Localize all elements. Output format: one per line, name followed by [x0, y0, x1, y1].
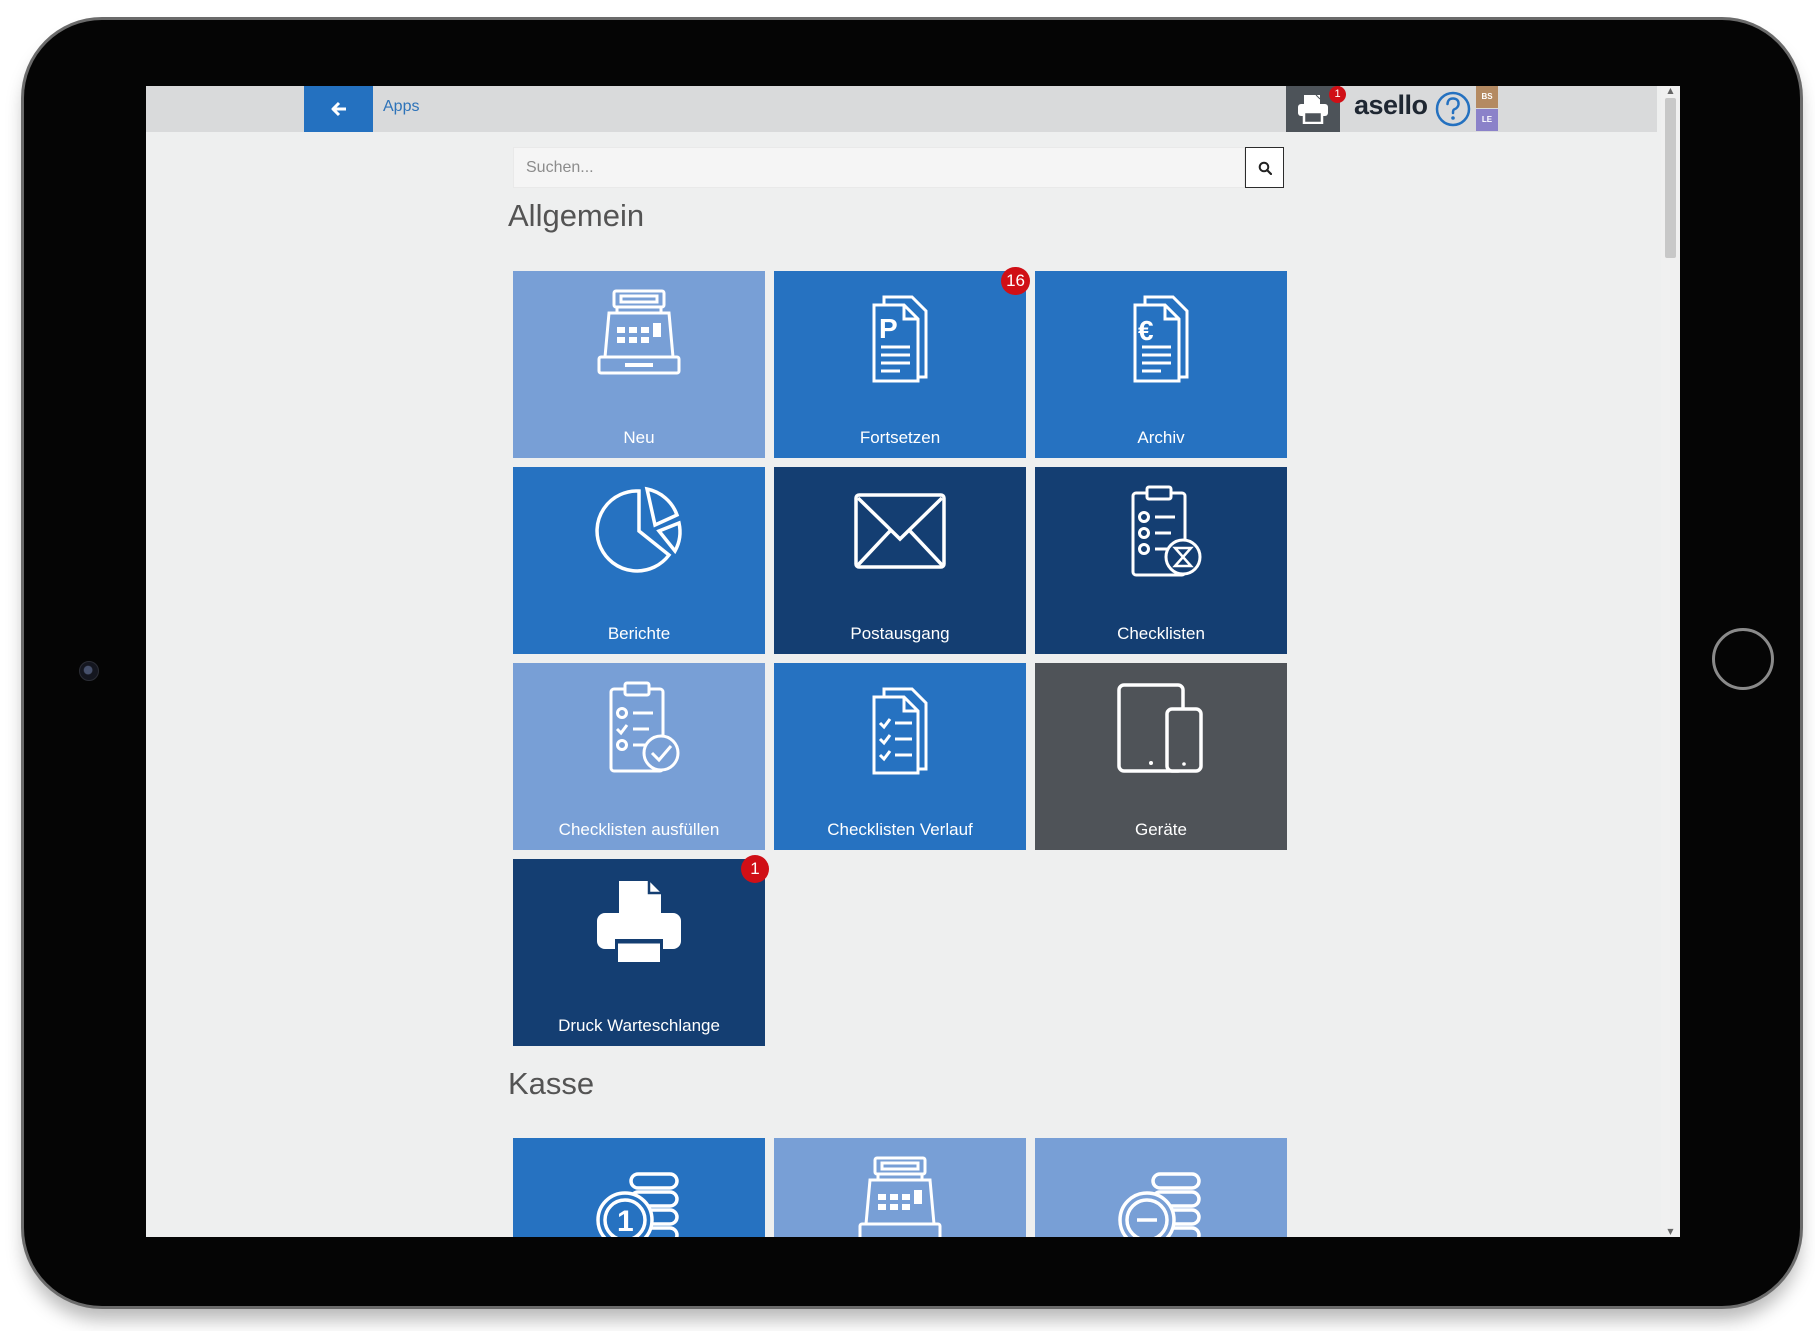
clipboard-hourglass-icon — [1131, 485, 1202, 577]
tile-label: Druck Warteschlange — [558, 1016, 720, 1035]
tile-label: Berichte — [607, 624, 671, 643]
home-button[interactable] — [1712, 628, 1774, 690]
back-button[interactable] — [304, 86, 373, 132]
tile-label: Geräte — [1135, 820, 1187, 839]
tag-bs[interactable]: BS — [1476, 86, 1498, 108]
app-screen: Apps 1 asello BS LE ▲ ▼ Al — [146, 86, 1680, 1237]
notification-badge: 1 — [741, 855, 769, 883]
coins-minus-icon — [1118, 1172, 1201, 1237]
search-icon — [1258, 161, 1272, 175]
brand-logo: asello — [1354, 90, 1428, 120]
svg-text:€: € — [1138, 315, 1154, 346]
search-input[interactable] — [513, 147, 1245, 188]
tile-label: Neu — [623, 428, 655, 447]
tile-label: Postausgang — [850, 624, 950, 643]
parking-document-icon: P — [872, 295, 928, 383]
camera-icon — [79, 661, 99, 681]
printer-icon — [597, 881, 681, 965]
svg-text:P: P — [879, 313, 898, 344]
scrollbar[interactable]: ▲ ▼ — [1661, 86, 1680, 1237]
cash-register-icon — [858, 1156, 942, 1237]
checklist-documents-icon — [872, 687, 928, 775]
svg-text:1: 1 — [617, 1205, 634, 1237]
tile-fortsetzen[interactable]: P Fortsetzen 16 — [774, 267, 1030, 458]
coins-one-icon: 1 — [596, 1172, 679, 1237]
envelope-icon — [854, 493, 946, 569]
euro-document-icon: € — [1133, 295, 1189, 383]
scroll-down-icon[interactable]: ▼ — [1665, 1227, 1676, 1237]
tile-neu[interactable]: Neu — [513, 271, 765, 458]
notification-badge: 16 — [1001, 267, 1030, 295]
tile-kasse-register[interactable] — [774, 1138, 1026, 1237]
devices-icon — [1117, 683, 1203, 773]
tile-label: Checklisten Verlauf — [827, 820, 973, 839]
section-title-kasse: Kasse — [508, 1066, 595, 1101]
tile-kasse-coins-minus[interactable] — [1035, 1138, 1287, 1237]
tile-label: Fortsetzen — [859, 428, 941, 447]
printer-icon — [1298, 94, 1328, 124]
tag-le[interactable]: LE — [1476, 109, 1498, 131]
tile-berichte[interactable]: Berichte — [513, 467, 765, 654]
tile-checklisten-ausfuellen[interactable]: Checklisten ausfüllen — [513, 663, 765, 850]
scroll-thumb[interactable] — [1665, 98, 1676, 258]
print-queue-badge: 1 — [1329, 86, 1346, 103]
tile-archiv[interactable]: € Archiv — [1035, 271, 1287, 458]
tile-label: Checklisten ausfüllen — [558, 820, 720, 839]
tile-label: Checklisten — [1117, 624, 1205, 643]
tile-checklisten-verlauf[interactable]: Checklisten Verlauf — [774, 663, 1026, 850]
tile-kasse-coins[interactable]: 1 — [513, 1138, 765, 1237]
cash-register-icon — [597, 289, 681, 375]
tile-postausgang[interactable]: Postausgang — [774, 467, 1026, 654]
tile-checklisten[interactable]: Checklisten — [1035, 467, 1287, 654]
section-title-allgemein: Allgemein — [508, 198, 645, 233]
tile-label: Archiv — [1137, 428, 1185, 447]
help-icon[interactable] — [1434, 90, 1472, 128]
clipboard-check-icon — [609, 681, 680, 773]
pie-chart-icon — [595, 486, 682, 573]
scroll-up-icon[interactable]: ▲ — [1665, 86, 1676, 96]
search-button[interactable] — [1245, 147, 1284, 188]
tile-grid-allgemein: Neu P Fortsetzen 16 € Archiv Berichte Po… — [513, 267, 1287, 1046]
arrow-left-icon — [331, 101, 346, 117]
tile-geraete[interactable]: Geräte — [1035, 663, 1287, 850]
tile-druck-warteschlange[interactable]: Druck Warteschlange 1 — [513, 855, 769, 1046]
breadcrumb[interactable]: Apps — [383, 98, 419, 116]
tile-grid-kasse: 1 — [513, 1138, 1287, 1237]
top-bar: Apps 1 asello BS LE — [146, 86, 1657, 132]
